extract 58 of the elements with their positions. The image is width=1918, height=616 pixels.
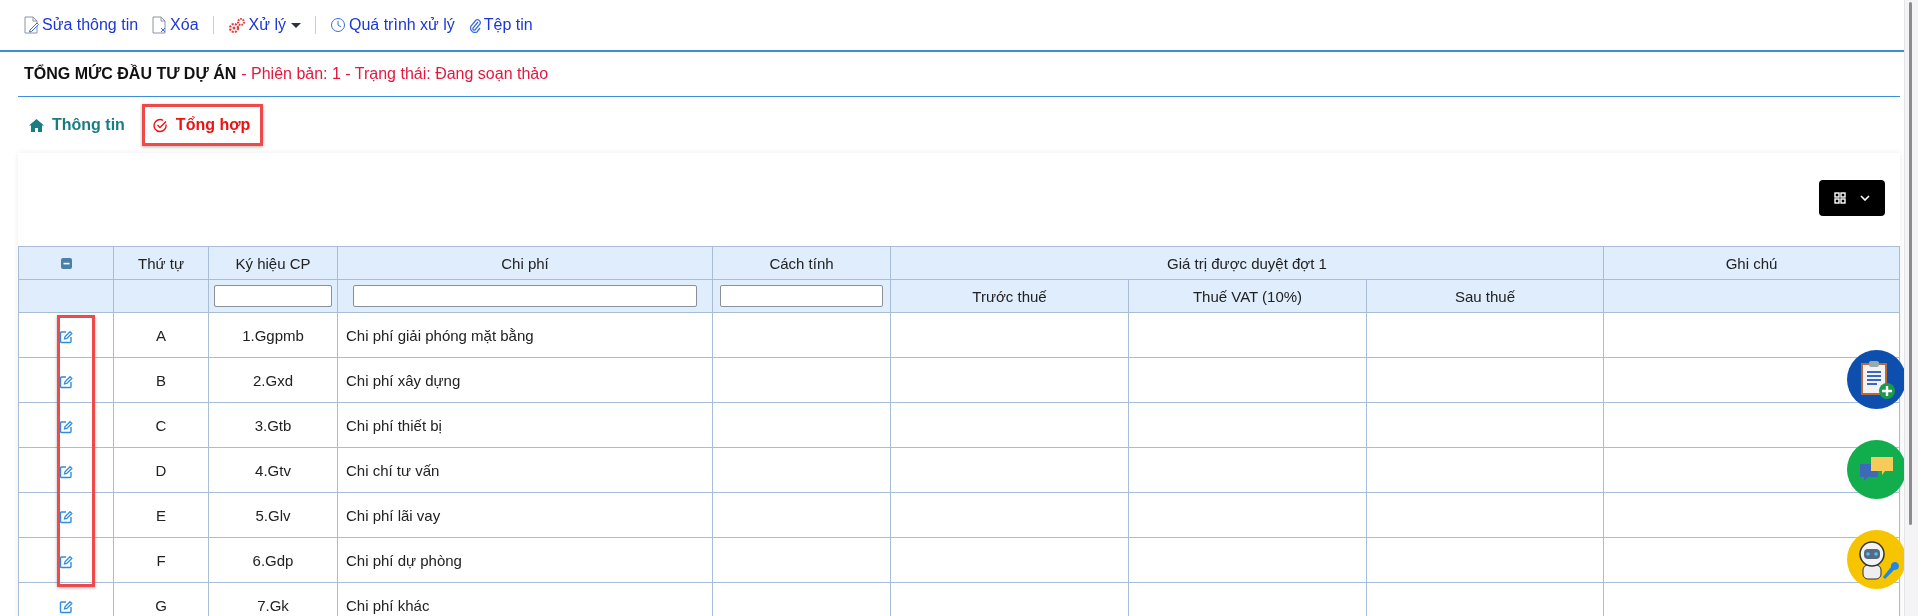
table-cell: C	[113, 402, 209, 448]
filter-input[interactable]	[214, 285, 332, 307]
paperclip-icon	[468, 17, 481, 33]
check-circle-icon	[152, 117, 168, 133]
table-cell: 6.Gdp	[208, 537, 338, 583]
gears-icon	[227, 16, 246, 34]
column-header: Thứ tự	[113, 246, 209, 280]
tab[interactable]: Thông tin	[24, 104, 138, 146]
edit-icon[interactable]	[59, 599, 73, 614]
table-cell: E	[113, 492, 209, 538]
table-cell: A	[113, 312, 209, 358]
column-header: Cách tính	[712, 246, 891, 280]
column-header: Sau thuế	[1366, 279, 1604, 313]
edit-icon[interactable]	[59, 329, 73, 344]
column-header: Ghi chú	[1603, 246, 1900, 280]
edit-icon[interactable]	[59, 509, 73, 524]
status-text: - Phiên bản: 1 - Trạng thái: Đang soạn thảo	[241, 65, 549, 83]
toolbar-link[interactable]: Xử lý	[227, 16, 316, 34]
table-cell: 2.Gxd	[208, 357, 338, 403]
clock-icon	[329, 17, 346, 33]
edit-icon[interactable]	[59, 464, 73, 479]
column-header: Ký hiệu CP	[208, 246, 338, 280]
toolbar-link[interactable]: Tệp tin	[468, 16, 533, 34]
table-cell: Chi phí dự phòng	[337, 537, 713, 583]
column-header: Thuế VAT (10%)	[1128, 279, 1367, 313]
caret-icon	[290, 22, 301, 28]
table-cell: 4.Gtv	[208, 447, 338, 493]
edit-icon[interactable]	[59, 419, 73, 434]
column-header: Trước thuế	[890, 279, 1129, 313]
edit-icon[interactable]	[59, 554, 73, 569]
table-cell: 1.Ggpmb	[208, 312, 338, 358]
collapse-icon[interactable]	[60, 257, 72, 269]
table-cell: Chi phí xây dựng	[337, 357, 713, 403]
tab[interactable]: Tổng hợp	[141, 104, 264, 146]
column-header: Chi phí	[337, 246, 713, 280]
toolbar-link[interactable]: Xóa	[152, 16, 214, 34]
toolbar-link[interactable]: Quá trình xử lý	[329, 16, 455, 34]
chevron-down-icon	[1860, 195, 1870, 201]
table-cell: Chi phí lãi vay	[337, 492, 713, 538]
table-cell: Chi phí thiết bị	[337, 402, 713, 448]
view-toggle-button[interactable]	[1819, 180, 1885, 216]
filter-input[interactable]	[720, 285, 883, 307]
filter-input[interactable]	[352, 285, 698, 307]
table-cell: D	[113, 447, 209, 493]
toolbar-link[interactable]: Sửa thông tin	[24, 16, 139, 34]
table-cell: B	[113, 357, 209, 403]
column-header: Giá trị được duyệt đợt 1	[890, 246, 1604, 280]
grid-icon	[1834, 192, 1846, 204]
table-cell: Chi chí tư vấn	[337, 447, 713, 493]
table-cell: 3.Gtb	[208, 402, 338, 448]
edit-icon[interactable]	[59, 374, 73, 389]
table-cell: Chi phí giải phóng mặt bằng	[337, 312, 713, 358]
table-cell: F	[113, 537, 209, 583]
page-title: TỔNG MỨC ĐẦU TƯ DỰ ÁN	[24, 65, 237, 83]
table-cell: 5.Glv	[208, 492, 338, 538]
document-delete-icon	[152, 16, 168, 34]
home-icon	[29, 118, 44, 132]
document-edit-icon	[24, 16, 39, 34]
